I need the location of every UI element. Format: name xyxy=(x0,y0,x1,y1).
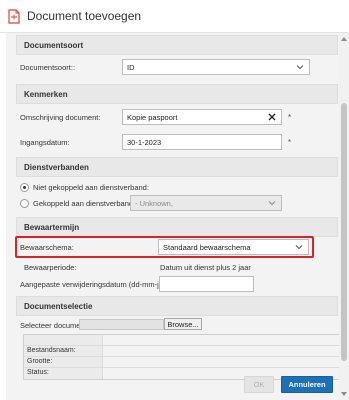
required-mark: * xyxy=(288,138,292,147)
documentsoort-select[interactable]: ID xyxy=(122,59,310,75)
radio-not-linked[interactable] xyxy=(20,183,29,192)
aangepaste-datum-input[interactable] xyxy=(159,276,254,292)
scrollbar-thumb[interactable] xyxy=(341,103,347,361)
clear-icon[interactable] xyxy=(268,113,276,121)
cancel-button[interactable]: Annuleren xyxy=(281,376,333,393)
section-header-documentselectie: Documentselectie xyxy=(16,296,338,316)
dienstverband-select[interactable]: - Unknown, xyxy=(130,195,282,211)
file-path-field[interactable] xyxy=(79,319,164,330)
ok-button[interactable]: OK xyxy=(244,376,274,393)
bestandsnaam-label: Bestandsnaam: xyxy=(24,346,103,356)
omschrijving-input[interactable]: Kopie paspoort xyxy=(122,109,282,125)
documentsoort-label: Documentsoort:: xyxy=(20,63,76,72)
table-row: Grootte: xyxy=(24,357,341,368)
dienstverband-select-value: - Unknown, xyxy=(135,198,173,208)
ingangsdatum-value: 30-1-2023 xyxy=(127,137,162,147)
bewaarperiode-value: Datum uit dienst plus 2 jaar xyxy=(160,263,251,272)
chevron-down-icon xyxy=(295,245,303,250)
aangepaste-datum-label: Aangepaste verwijderingsdatum (dd-mm-jjj… xyxy=(20,280,169,289)
bewaarschema-value: Standaard bewaarschema xyxy=(163,242,251,252)
info-label xyxy=(24,335,103,345)
bewaarperiode-label: Bewaarperiode: xyxy=(24,263,77,272)
document-add-icon xyxy=(8,8,20,24)
omschrijving-value: Kopie paspoort xyxy=(127,112,178,122)
table-row: Bestandsnaam: xyxy=(24,346,341,357)
browse-button[interactable]: Browse... xyxy=(164,318,202,330)
radio-linked[interactable] xyxy=(20,199,29,208)
section-header-dienstverbanden: Dienstverbanden xyxy=(16,157,338,177)
ingangsdatum-label: Ingangsdatum: xyxy=(20,138,70,147)
dialog-titlebar: Document toevoegen xyxy=(0,0,349,33)
scrollbar[interactable] xyxy=(339,33,349,400)
chevron-down-icon xyxy=(268,201,276,206)
table-row xyxy=(24,335,341,346)
dialog-title: Document toevoegen xyxy=(27,9,142,23)
selecteer-document-label: Selecteer document xyxy=(20,321,87,330)
file-info-table: Bestandsnaam: Grootte: Status: xyxy=(23,334,342,380)
scroll-up-icon[interactable] xyxy=(340,35,348,43)
grootte-label: Grootte: xyxy=(24,357,103,367)
status-label: Status: xyxy=(24,368,103,379)
radio-linked-label: Gekoppeld aan dienstverband: xyxy=(33,199,136,208)
ingangsdatum-input[interactable]: 30-1-2023 xyxy=(122,134,282,150)
scroll-down-icon[interactable] xyxy=(340,390,348,398)
bewaarschema-label: Bewaarschema: xyxy=(20,243,74,252)
section-header-kenmerken: Kenmerken xyxy=(16,84,338,104)
bewaarschema-select[interactable]: Standaard bewaarschema xyxy=(158,239,309,255)
required-mark: * xyxy=(288,113,292,122)
documentsoort-value: ID xyxy=(127,62,135,72)
omschrijving-label: Omschrijving document: xyxy=(20,113,101,122)
radio-not-linked-label: Niet gekoppeld aan dienstverband: xyxy=(33,183,149,192)
dialog-content: Documentsoort Documentsoort:: ID Kenmerk… xyxy=(6,33,342,400)
chevron-down-icon xyxy=(296,65,304,70)
section-header-documentsoort: Documentsoort xyxy=(16,35,338,55)
section-header-bewaartermijn: Bewaartermijn xyxy=(16,217,338,237)
